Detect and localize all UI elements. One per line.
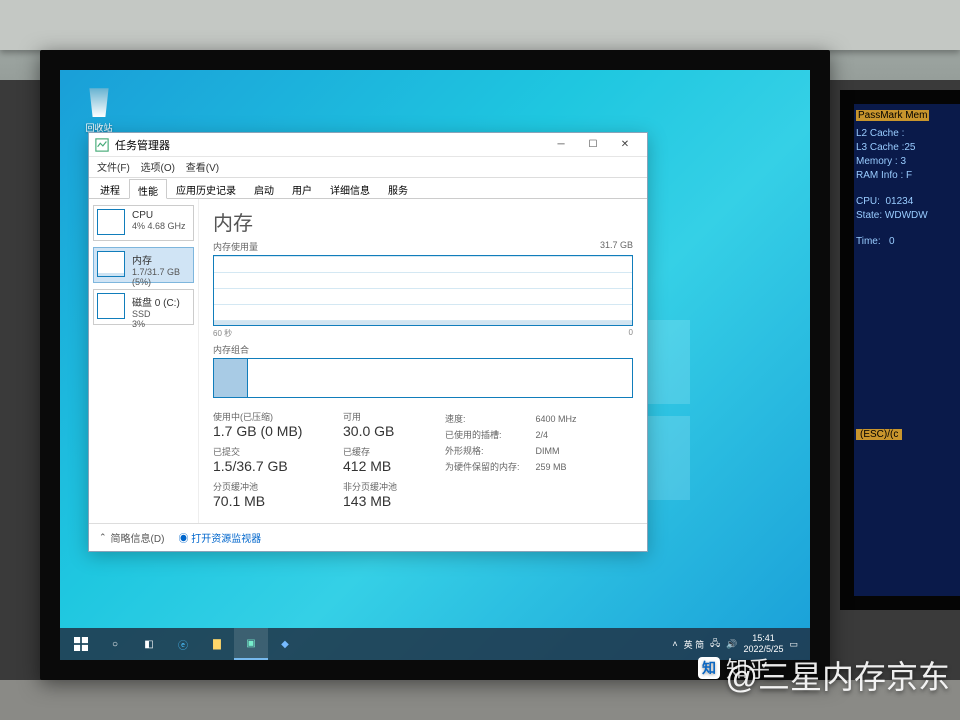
secondary-monitor: PassMark Mem L2 Cache : L3 Cache :25 Mem… [840, 90, 960, 610]
spec-form: DIMM [536, 444, 577, 458]
sidebar-item-memory[interactable]: 内存 1.7/31.7 GB (5%) [93, 247, 194, 283]
task-manager-icon [95, 138, 109, 152]
stat-available: 30.0 GB [343, 423, 443, 439]
composition-label: 内存组合 [213, 343, 249, 356]
spec-speed: 6400 MHz [536, 412, 577, 426]
menu-file[interactable]: 文件(F) [97, 163, 130, 174]
recycle-bin[interactable]: 回收站 [75, 85, 123, 134]
start-button[interactable] [64, 628, 98, 660]
tab-details[interactable]: 详细信息 [321, 178, 379, 198]
titlebar[interactable]: 任务管理器 ─ ☐ ✕ [89, 133, 647, 157]
task-manager-window: 任务管理器 ─ ☐ ✕ 文件(F) 选项(O) 查看(V) 进程 性能 应用历史… [88, 132, 648, 552]
stat-nonpaged: 143 MB [343, 493, 443, 509]
stat-in-use: 1.7 GB (0 MB) [213, 423, 343, 439]
stat-paged: 70.1 MB [213, 493, 343, 509]
memory-usage-graph[interactable] [213, 255, 633, 326]
tab-processes[interactable]: 进程 [91, 178, 129, 198]
open-resource-monitor-link[interactable]: ◉ 打开资源监视器 [178, 530, 261, 545]
menubar: 文件(F) 选项(O) 查看(V) [89, 157, 647, 177]
taskmgr-icon: ▣ [246, 638, 255, 649]
sidebar-item-disk[interactable]: 磁盘 0 (C:) SSD 3% [93, 289, 194, 325]
window-title: 任务管理器 [115, 137, 170, 153]
passmark-esc: (ESC)/(c [856, 429, 902, 440]
notifications-icon[interactable]: ▭ [789, 639, 798, 650]
author-watermark: @三星内存京东 [726, 652, 951, 698]
tab-startup[interactable]: 启动 [245, 178, 283, 198]
zhihu-icon: 知 [698, 657, 720, 679]
chevron-up-icon: ⌃ [99, 532, 107, 543]
spec-reserved: 259 MB [536, 460, 577, 474]
tab-services[interactable]: 服务 [379, 178, 417, 198]
sidebar-item-cpu[interactable]: CPU 4% 4.68 GHz [93, 205, 194, 241]
primary-monitor: 回收站 任务管理器 ─ ☐ ✕ 文件(F) 选项(O) 查看(V) 进程 性能 [40, 50, 830, 680]
passmark-title: PassMark Mem [856, 110, 929, 121]
spec-slots: 2/4 [536, 428, 577, 442]
edge-icon: ⓔ [178, 637, 188, 652]
ime-indicator[interactable]: 英 简 [684, 638, 705, 651]
app-icon: ◆ [281, 639, 289, 650]
minimize-button[interactable]: ─ [545, 133, 577, 157]
taskmgr-button[interactable]: ▣ [234, 628, 268, 660]
fewer-details-link[interactable]: 简略信息(D) [111, 530, 165, 545]
memory-composition-graph[interactable] [213, 358, 633, 398]
panel-heading: 内存 [213, 207, 633, 236]
recycle-bin-icon [83, 85, 115, 117]
memory-spec-table: 速度:6400 MHz 已使用的插槽:2/4 外形规格:DIMM 为硬件保留的内… [443, 410, 579, 476]
taskmgr-footer: ⌃ 简略信息(D) ◉ 打开资源监视器 [89, 523, 647, 551]
disk-thumbnail-icon [97, 293, 125, 319]
volume-icon[interactable]: 🔊 [726, 639, 737, 650]
tab-users[interactable]: 用户 [283, 178, 321, 198]
network-icon[interactable]: 🖧 [710, 636, 720, 652]
task-view-button[interactable]: ◧ [132, 628, 166, 660]
menu-view[interactable]: 查看(V) [186, 163, 219, 174]
folder-icon: ▇ [213, 639, 221, 650]
tabbar: 进程 性能 应用历史记录 启动 用户 详细信息 服务 [89, 177, 647, 199]
performance-sidebar: CPU 4% 4.68 GHz 内存 1.7/31.7 GB (5%) 磁盘 0… [89, 199, 199, 523]
menu-options[interactable]: 选项(O) [141, 163, 175, 174]
usage-graph-label: 内存使用量 [213, 240, 258, 253]
tab-performance[interactable]: 性能 [129, 179, 167, 199]
edge-button[interactable]: ⓔ [166, 628, 200, 660]
usage-graph-max: 31.7 GB [600, 240, 633, 253]
search-button[interactable]: ○ [98, 628, 132, 660]
close-button[interactable]: ✕ [609, 133, 641, 157]
stat-committed: 1.5/36.7 GB [213, 458, 343, 474]
desktop[interactable]: 回收站 任务管理器 ─ ☐ ✕ 文件(F) 选项(O) 查看(V) 进程 性能 [60, 70, 810, 660]
tab-app-history[interactable]: 应用历史记录 [167, 178, 245, 198]
explorer-button[interactable]: ▇ [200, 628, 234, 660]
monitor-icon: ◉ [178, 534, 191, 545]
stat-cached: 412 MB [343, 458, 443, 474]
cpu-thumbnail-icon [97, 209, 125, 235]
maximize-button[interactable]: ☐ [577, 133, 609, 157]
search-icon: ○ [112, 639, 118, 650]
memory-panel: 内存 32.0 GB 内存使用量 31.7 GB 60 秒 0 内存组合 [199, 199, 647, 523]
memory-thumbnail-icon [97, 251, 125, 277]
tray-chevron-icon[interactable]: ˄ [672, 639, 677, 649]
app-button[interactable]: ◆ [268, 628, 302, 660]
